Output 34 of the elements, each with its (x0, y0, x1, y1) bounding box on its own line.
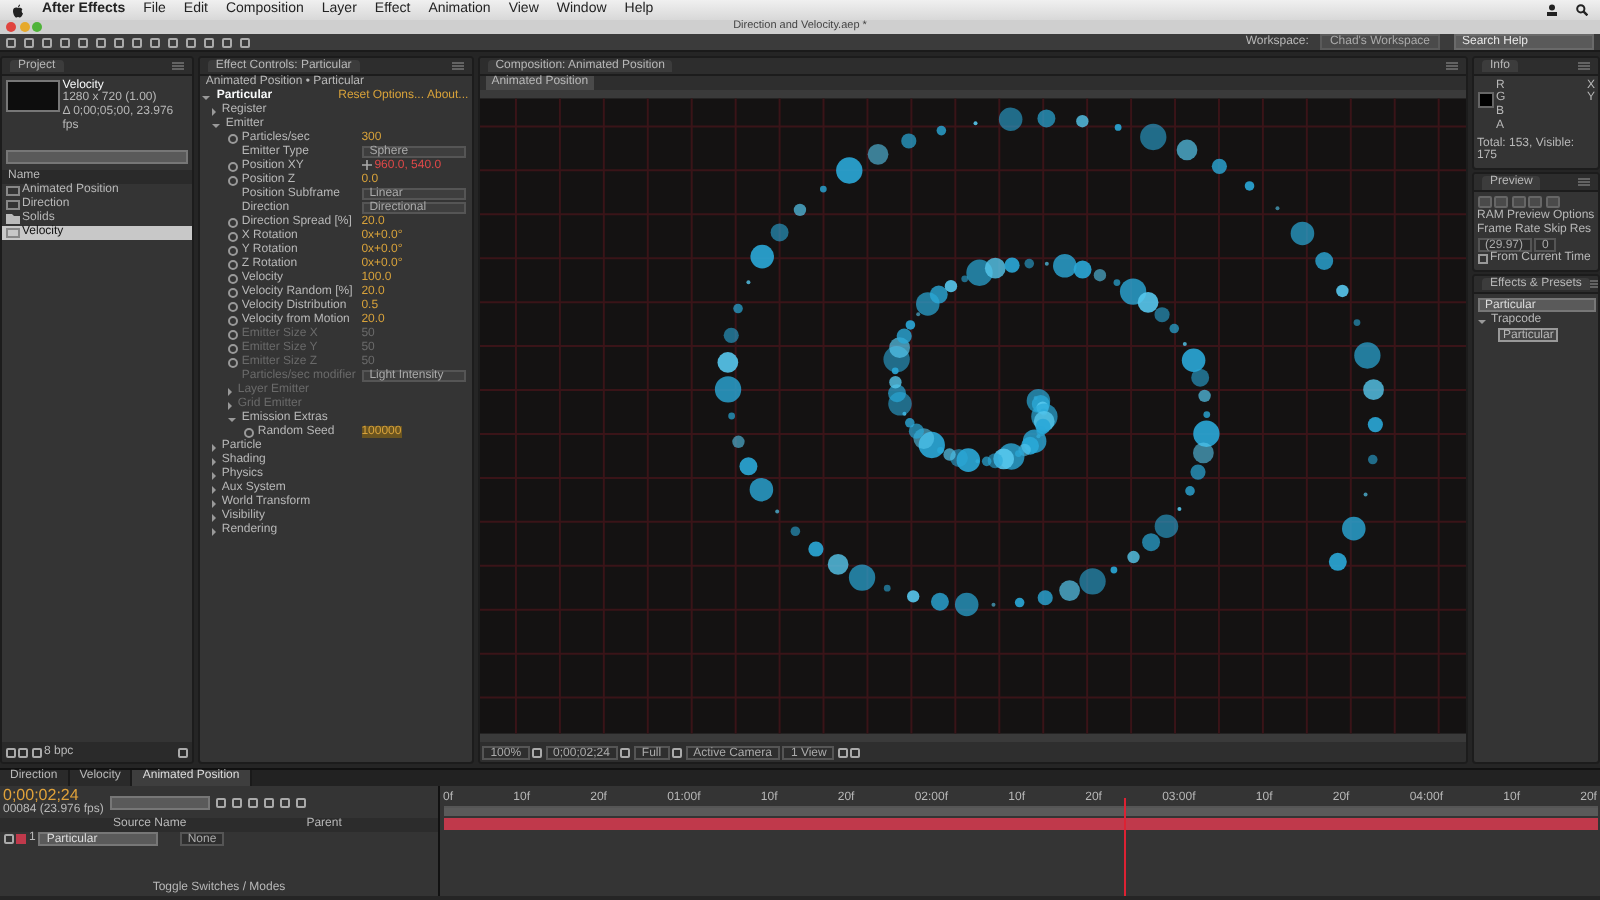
expand-arrow-icon[interactable] (211, 527, 216, 535)
panel-menu-icon[interactable] (451, 62, 464, 70)
panel-menu-icon[interactable] (1446, 62, 1458, 70)
timecode[interactable]: 0;00;02;24 (3, 786, 104, 805)
user-icon[interactable] (1546, 4, 1558, 16)
expand-arrow-icon[interactable] (211, 457, 216, 465)
apple-logo-icon[interactable] (12, 3, 24, 17)
expand-arrow-icon[interactable] (202, 95, 211, 99)
color-swatch (1477, 91, 1493, 107)
stopwatch-icon[interactable] (243, 428, 254, 438)
stopwatch-icon[interactable] (227, 134, 238, 144)
layer-bar[interactable] (443, 818, 1597, 831)
thumbnail-placeholder (5, 79, 60, 111)
expand-arrow-icon[interactable] (227, 417, 236, 421)
expand-arrow-icon[interactable] (211, 485, 216, 493)
project-search-field[interactable] (5, 149, 189, 164)
expand-arrow-icon[interactable] (211, 443, 216, 451)
expand-arrow-icon[interactable] (211, 499, 216, 507)
label-color[interactable] (16, 834, 26, 845)
checkbox[interactable] (1477, 254, 1487, 265)
panel-menu-icon[interactable] (1578, 62, 1590, 70)
expand-arrow-icon[interactable] (211, 123, 220, 127)
panel-menu-icon[interactable] (171, 62, 184, 70)
expand-arrow-icon[interactable] (211, 471, 216, 479)
expand-arrow-icon[interactable] (211, 107, 216, 115)
layer-search-field[interactable] (109, 795, 210, 810)
close-button[interactable] (6, 22, 16, 32)
panel-menu-icon[interactable] (1589, 280, 1598, 289)
panel-menu-icon[interactable] (1578, 178, 1590, 187)
search-icon[interactable] (1576, 4, 1588, 16)
expand-arrow-icon[interactable] (1477, 319, 1485, 324)
expand-arrow-icon[interactable] (211, 513, 216, 521)
crosshair-icon[interactable] (361, 160, 372, 173)
composition-icon (5, 227, 19, 238)
